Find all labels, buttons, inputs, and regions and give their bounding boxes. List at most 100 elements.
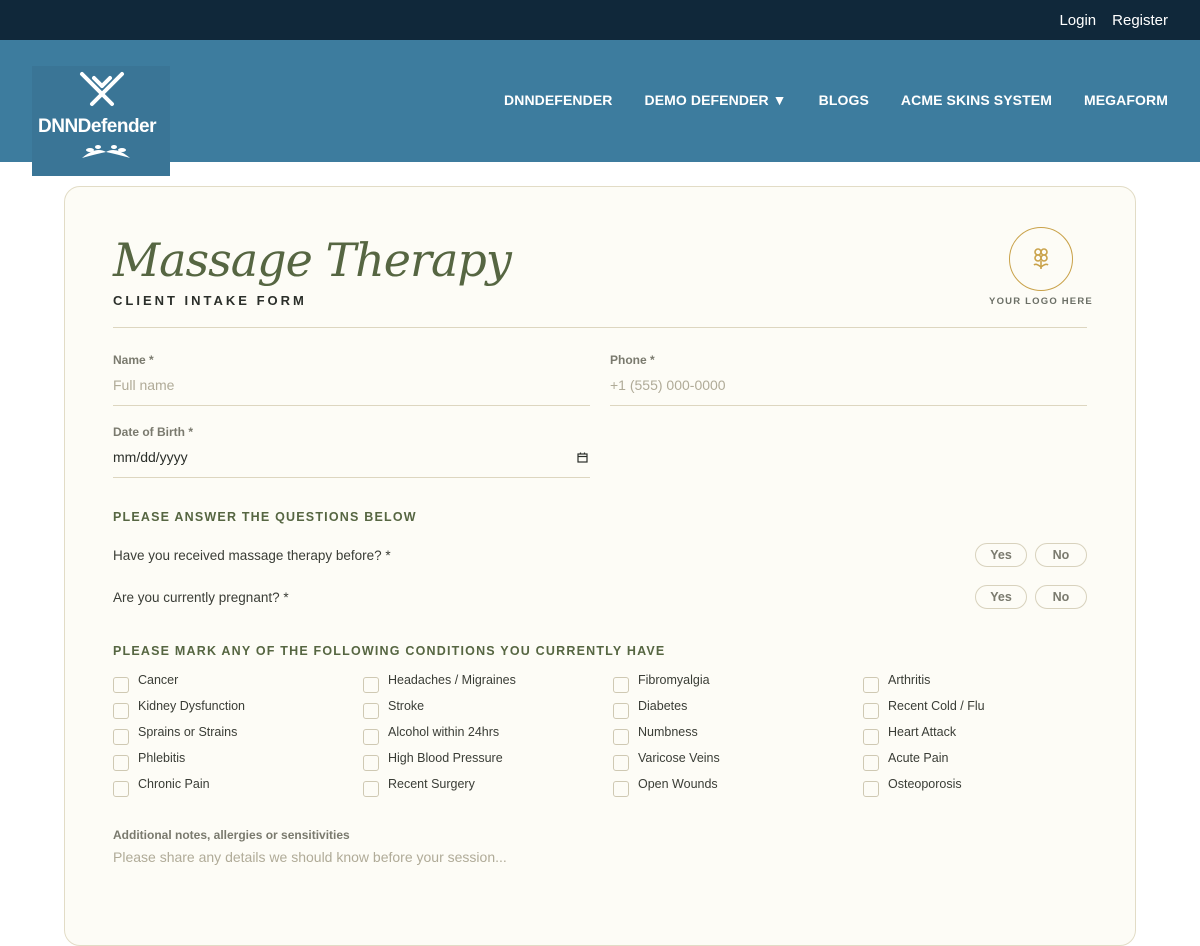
checkbox[interactable] xyxy=(863,729,879,745)
checkbox[interactable] xyxy=(863,677,879,693)
condition-fibromyalgia[interactable]: Fibromyalgia xyxy=(613,673,863,693)
dob-value: mm/dd/yyyy xyxy=(113,449,188,465)
login-link[interactable]: Login xyxy=(1059,12,1096,29)
logo-placeholder xyxy=(1009,227,1073,291)
condition-varicose-veins[interactable]: Varicose Veins xyxy=(613,751,863,771)
checkbox[interactable] xyxy=(363,729,379,745)
checkbox[interactable] xyxy=(863,703,879,719)
question-row-prior-massage: Have you received massage therapy before… xyxy=(113,542,1087,568)
nav-item-dnndefender[interactable]: DNNDEFENDER xyxy=(504,92,612,108)
question-text: Have you received massage therapy before… xyxy=(113,547,391,563)
condition-label: Recent Cold / Flu xyxy=(888,699,985,713)
checkbox[interactable] xyxy=(113,755,129,771)
dob-input[interactable]: mm/dd/yyyy xyxy=(113,449,590,478)
checkbox[interactable] xyxy=(613,677,629,693)
condition-arthritis[interactable]: Arthritis xyxy=(863,673,1111,693)
condition-alcohol[interactable]: Alcohol within 24hrs xyxy=(363,725,613,745)
condition-label: Osteoporosis xyxy=(888,777,962,791)
condition-label: Arthritis xyxy=(888,673,931,687)
checkbox[interactable] xyxy=(613,703,629,719)
checkbox[interactable] xyxy=(113,677,129,693)
form-subtitle: CLIENT INTAKE FORM xyxy=(113,293,307,308)
condition-heart-attack[interactable]: Heart Attack xyxy=(863,725,1111,745)
condition-label: Alcohol within 24hrs xyxy=(388,725,500,739)
name-placeholder: Full name xyxy=(113,377,175,393)
condition-kidney-dysfunction[interactable]: Kidney Dysfunction xyxy=(113,699,363,719)
checkbox[interactable] xyxy=(863,755,879,771)
checkbox[interactable] xyxy=(113,703,129,719)
logo-caption: YOUR LOGO HERE xyxy=(989,296,1093,307)
condition-label: Cancer xyxy=(138,673,179,687)
intake-form-card: Massage Therapy CLIENT INTAKE FORM YOUR … xyxy=(64,186,1136,946)
condition-label: Chronic Pain xyxy=(138,777,210,791)
condition-diabetes[interactable]: Diabetes xyxy=(613,699,863,719)
condition-label: Fibromyalgia xyxy=(638,673,710,687)
nav-item-demo-defender[interactable]: DEMO DEFENDER ▼ xyxy=(644,92,786,108)
yes-no-toggle: Yes No xyxy=(975,543,1087,567)
checkbox[interactable] xyxy=(613,755,629,771)
condition-chronic-pain[interactable]: Chronic Pain xyxy=(113,777,363,797)
top-utility-bar: Login Register xyxy=(0,0,1200,40)
yes-button[interactable]: Yes xyxy=(975,585,1027,609)
notes-textarea[interactable]: Please share any details we should know … xyxy=(113,849,507,865)
condition-label: Headaches / Migraines xyxy=(388,673,516,687)
condition-headaches[interactable]: Headaches / Migraines xyxy=(363,673,613,693)
phone-input[interactable]: +1 (555) 000-0000 xyxy=(610,377,1087,406)
checkbox[interactable] xyxy=(363,781,379,797)
question-text: Are you currently pregnant? * xyxy=(113,589,289,605)
no-button[interactable]: No xyxy=(1035,585,1087,609)
checkbox[interactable] xyxy=(113,781,129,797)
no-button[interactable]: No xyxy=(1035,543,1087,567)
condition-label: Acute Pain xyxy=(888,751,949,765)
condition-cancer[interactable]: Cancer xyxy=(113,673,363,693)
checkbox[interactable] xyxy=(363,755,379,771)
primary-nav: DNNDEFENDER DEMO DEFENDER ▼ BLOGS ACME S… xyxy=(472,92,1168,108)
register-link[interactable]: Register xyxy=(1112,12,1168,29)
checkbox[interactable] xyxy=(613,729,629,745)
calendar-icon[interactable] xyxy=(577,452,588,463)
dob-label: Date of Birth * xyxy=(113,425,194,439)
phone-placeholder: +1 (555) 000-0000 xyxy=(610,377,726,393)
phone-field-group: Phone * +1 (555) 000-0000 xyxy=(610,353,1087,406)
phone-label: Phone * xyxy=(610,353,655,367)
condition-stroke[interactable]: Stroke xyxy=(363,699,613,719)
nav-item-blogs[interactable]: BLOGS xyxy=(819,92,869,108)
conditions-heading: PLEASE MARK ANY OF THE FOLLOWING CONDITI… xyxy=(113,644,666,658)
condition-open-wounds[interactable]: Open Wounds xyxy=(613,777,863,797)
header-divider xyxy=(113,327,1087,328)
checkbox[interactable] xyxy=(363,677,379,693)
nav-item-acme-skins-system[interactable]: ACME SKINS SYSTEM xyxy=(901,92,1052,108)
site-logo[interactable]: DNNDefender xyxy=(32,66,170,176)
checkbox[interactable] xyxy=(113,729,129,745)
condition-recent-surgery[interactable]: Recent Surgery xyxy=(363,777,613,797)
condition-high-blood-pressure[interactable]: High Blood Pressure xyxy=(363,751,613,771)
condition-phlebitis[interactable]: Phlebitis xyxy=(113,751,363,771)
condition-label: Phlebitis xyxy=(138,751,186,765)
condition-label: Recent Surgery xyxy=(388,777,475,791)
condition-recent-cold-flu[interactable]: Recent Cold / Flu xyxy=(863,699,1111,719)
condition-label: Numbness xyxy=(638,725,698,739)
condition-label: Kidney Dysfunction xyxy=(138,699,246,713)
checkbox[interactable] xyxy=(613,781,629,797)
crossed-swords-icon xyxy=(80,72,124,106)
dob-field-group: Date of Birth * mm/dd/yyyy xyxy=(113,425,590,478)
name-input[interactable]: Full name xyxy=(113,377,590,406)
condition-label: Stroke xyxy=(388,699,425,713)
flower-icon xyxy=(1033,248,1049,269)
checkbox[interactable] xyxy=(363,703,379,719)
conditions-checklist: Cancer Headaches / Migraines Fibromyalgi… xyxy=(113,673,1111,797)
condition-numbness[interactable]: Numbness xyxy=(613,725,863,745)
nav-item-megaform[interactable]: MEGAFORM xyxy=(1084,92,1168,108)
yes-button[interactable]: Yes xyxy=(975,543,1027,567)
form-title: Massage Therapy xyxy=(113,233,512,287)
condition-osteoporosis[interactable]: Osteoporosis xyxy=(863,777,1111,797)
condition-label: Diabetes xyxy=(638,699,688,713)
condition-sprains-strains[interactable]: Sprains or Strains xyxy=(113,725,363,745)
condition-label: High Blood Pressure xyxy=(388,751,503,765)
checkbox[interactable] xyxy=(863,781,879,797)
condition-label: Heart Attack xyxy=(888,725,957,739)
name-label: Name * xyxy=(113,353,154,367)
condition-acute-pain[interactable]: Acute Pain xyxy=(863,751,1111,771)
notes-label: Additional notes, allergies or sensitivi… xyxy=(113,828,350,842)
logo-wordmark: DNNDefender xyxy=(38,116,157,137)
